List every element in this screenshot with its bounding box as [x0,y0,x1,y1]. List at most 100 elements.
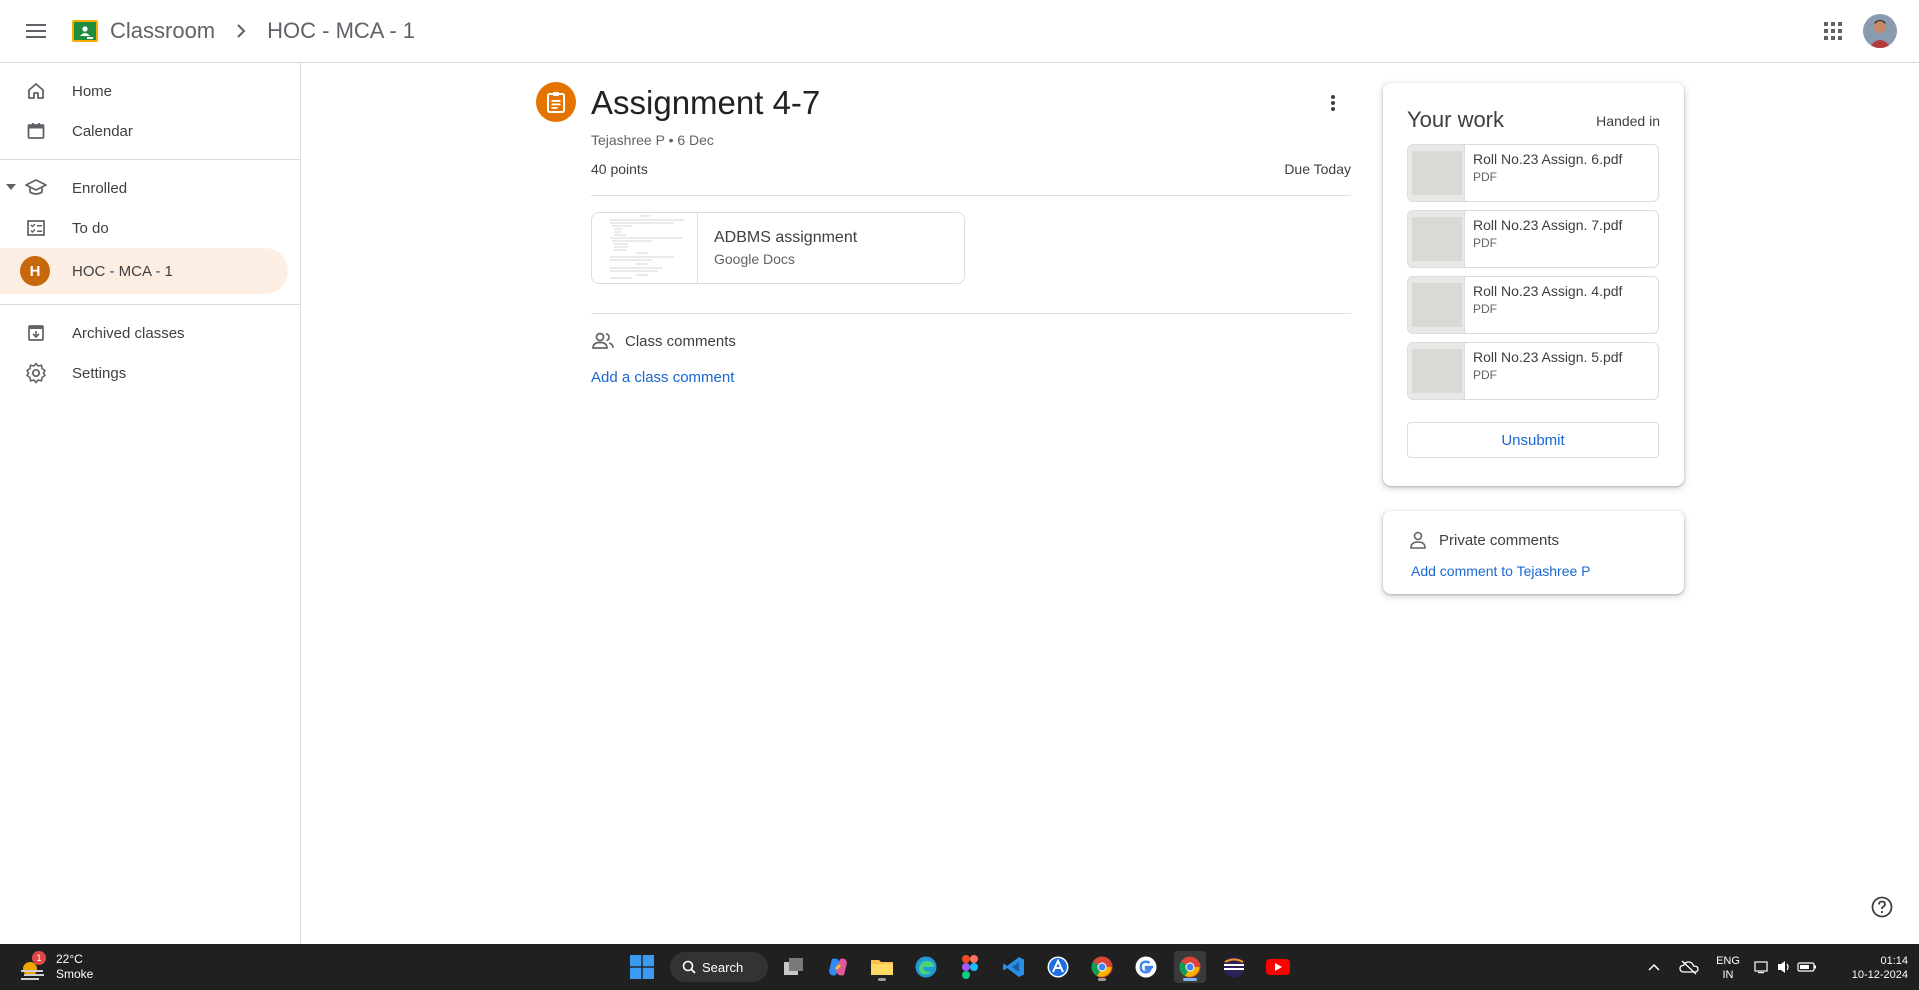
sidebar-item-label: Enrolled [72,179,128,197]
file-type: PDF [1473,368,1497,382]
figma-icon [962,955,978,979]
submitted-file[interactable]: Roll No.23 Assign. 6.pdf PDF [1407,144,1659,202]
sidebar-item-label: Calendar [72,122,133,140]
enrolled-icon [24,176,48,200]
breadcrumb-class[interactable]: HOC - MCA - 1 [267,18,415,44]
private-comments-card: Private comments Add comment to Tejashre… [1383,511,1684,594]
clock-time: 01:14 [1880,955,1908,967]
file-thumbnail [1408,343,1465,399]
chrome-icon [1179,956,1201,978]
add-private-comment-link[interactable]: Add comment to Tejashree P [1411,563,1591,579]
file-type: PDF [1473,170,1497,184]
clock-date: 10-12-2024 [1851,969,1908,981]
vscode-button[interactable] [998,951,1030,983]
caret-down-icon[interactable] [6,184,16,190]
youtube-button[interactable] [1262,951,1294,983]
eclipse-icon [1223,956,1245,978]
classroom-logo-icon[interactable] [72,20,98,42]
folder-icon [871,960,893,975]
copilot-button[interactable] [822,951,854,983]
main-menu-button[interactable] [12,7,60,55]
help-button[interactable] [1868,893,1896,921]
taskbar-search[interactable]: Search [670,952,768,982]
work-status: Handed in [1596,113,1660,129]
attachment-type: Google Docs [714,251,795,267]
settings-icon [24,361,48,385]
chrome-profile-button[interactable] [1086,951,1118,983]
sidebar-item-home[interactable]: Home [0,71,288,111]
class-comments-header: Class comments [591,331,736,351]
copilot-icon [829,958,847,976]
language-code: ENG [1716,955,1740,967]
sidebar-divider [0,304,301,305]
weather-temp: 22°C [56,952,83,966]
file-thumbnail [1408,277,1465,333]
sidebar-item-calendar[interactable]: Calendar [0,111,288,151]
chrome-active-button[interactable] [1174,951,1206,983]
network-volume-battery-icons [1754,961,1816,974]
submitted-file[interactable]: Roll No.23 Assign. 5.pdf PDF [1407,342,1659,400]
sidebar-item-settings[interactable]: Settings [0,353,288,393]
weather-desc: Smoke [56,967,94,981]
running-indicator [1183,978,1197,981]
account-avatar[interactable] [1863,14,1897,48]
assignment-author-date: Tejashree P • 6 Dec [591,132,714,148]
menu-icon [26,24,46,38]
app-a-icon [1047,956,1069,978]
eclipse-button[interactable] [1218,951,1250,983]
onedrive-button[interactable] [1676,951,1702,983]
file-name: Roll No.23 Assign. 7.pdf [1473,217,1623,233]
file-explorer-button[interactable] [866,951,898,983]
windows-start-button[interactable] [626,951,658,983]
attachment-card[interactable]: ADBMS assignment Google Docs [591,212,965,284]
more-options-button[interactable] [1316,86,1350,120]
due-date: Due Today [1284,161,1351,177]
private-comments-label: Private comments [1439,531,1560,549]
sidebar-item-enrolled[interactable]: Enrolled [0,168,288,208]
navigation-drawer: Home Calendar Enrolled To do H HOC - MCA… [0,63,301,944]
task-view-button[interactable] [778,951,810,983]
chevron-up-icon [1648,963,1660,971]
sidebar-item-todo[interactable]: To do [0,208,288,248]
figma-button[interactable] [954,951,986,983]
show-hidden-icons-button[interactable] [1642,951,1666,983]
sidebar-item-label: Archived classes [72,324,185,342]
assignment-icon [547,92,565,113]
class-avatar: H [20,256,50,286]
running-indicator [878,978,886,981]
google-apps-button[interactable] [1811,9,1855,53]
add-class-comment-link[interactable]: Add a class comment [591,369,734,386]
submitted-file[interactable]: Roll No.23 Assign. 7.pdf PDF [1407,210,1659,268]
edge-button[interactable] [910,951,942,983]
youtube-icon [1266,959,1290,975]
your-work-title: Your work [1407,107,1505,132]
file-thumbnail [1408,145,1465,201]
content-divider [591,195,1351,196]
file-name: Roll No.23 Assign. 6.pdf [1473,151,1623,167]
file-name: Roll No.23 Assign. 5.pdf [1473,349,1623,365]
search-icon [682,960,696,974]
system-clock[interactable]: 01:14 10-12-2024 [1830,954,1908,982]
file-type: PDF [1473,302,1497,316]
assignment-points: 40 points [591,161,648,177]
system-tray-quick-settings[interactable] [1752,951,1820,983]
sidebar-item-hoc-mca-1[interactable]: H HOC - MCA - 1 [0,248,288,294]
top-app-bar: Classroom HOC - MCA - 1 [0,0,1919,63]
archive-icon [24,321,48,345]
language-indicator[interactable]: ENG IN [1712,954,1744,982]
chrome-icon [1091,956,1113,978]
sidebar-item-archived-classes[interactable]: Archived classes [0,313,288,353]
weather-widget[interactable]: 1 22°C Smoke [18,951,94,982]
google-button[interactable] [1130,951,1162,983]
app-store-button[interactable] [1042,951,1074,983]
breadcrumb-app[interactable]: Classroom [110,18,215,44]
person-icon [1410,531,1426,549]
content-divider [591,313,1351,314]
windows-taskbar: 1 22°C Smoke Search ENG IN 01:14 10-12-2… [0,944,1919,990]
attachment-thumbnail [592,213,698,283]
attachment-name: ADBMS assignment [714,229,858,246]
unsubmit-button[interactable]: Unsubmit [1407,422,1659,458]
more-vert-icon [1331,95,1335,111]
submitted-file[interactable]: Roll No.23 Assign. 4.pdf PDF [1407,276,1659,334]
calendar-icon [24,119,48,143]
